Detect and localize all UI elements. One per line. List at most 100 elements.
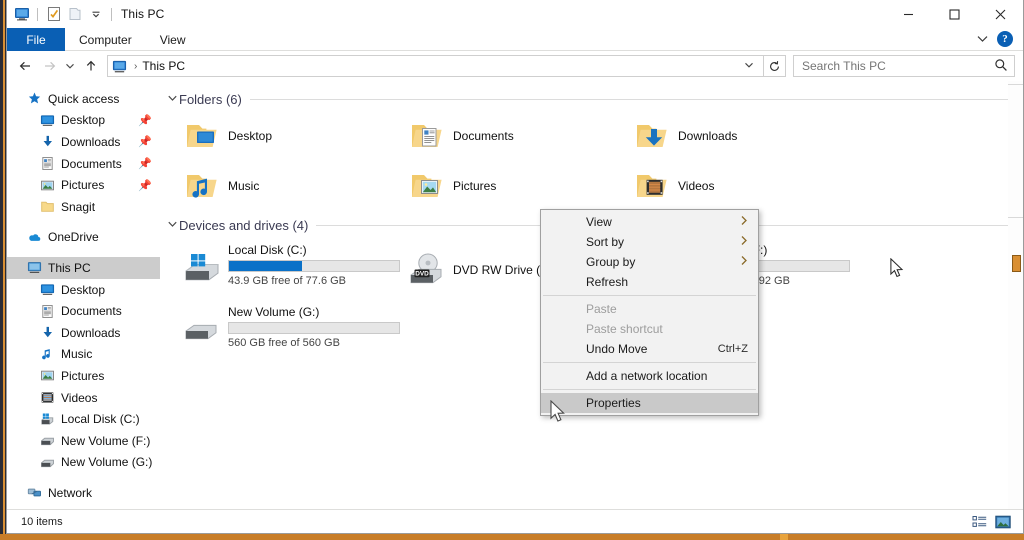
folder-tile-downloads[interactable]: Downloads [624, 111, 849, 161]
search-icon[interactable] [994, 58, 1008, 75]
this-pc-icon[interactable] [13, 6, 30, 23]
sidebar-item-new-volume-g[interactable]: New Volume (G:) [7, 452, 160, 474]
help-icon[interactable]: ? [997, 31, 1013, 47]
window-controls [885, 0, 1023, 28]
sidebar-label: Network [48, 485, 93, 500]
folder-pictures-icon [409, 168, 445, 204]
back-button[interactable] [13, 54, 37, 78]
ribbon-tab-strip: File Computer View ? [7, 28, 1023, 51]
maximize-button[interactable] [931, 0, 977, 28]
pin-icon[interactable]: 📌 [138, 114, 152, 127]
breadcrumb-separator[interactable]: › [134, 61, 137, 72]
scrollbar-marker[interactable] [1012, 255, 1021, 272]
navigation-pane[interactable]: Quick access Desktop 📌 Downloads 📌 Docum… [7, 81, 160, 509]
drive-tile-local-disk-c[interactable]: Local Disk (C:) 43.9 GB free of 77.6 GB [174, 237, 400, 299]
pin-icon[interactable]: 📌 [138, 157, 152, 170]
sidebar-item-documents[interactable]: Documents [7, 300, 160, 322]
pin-star-icon [26, 90, 43, 107]
downloads-icon [39, 324, 56, 341]
expand-ribbon-caret-icon[interactable] [976, 32, 989, 46]
sidebar-label: Music [61, 347, 93, 362]
chevron-right-icon [740, 215, 748, 229]
customize-qat-caret-icon[interactable] [87, 6, 104, 23]
refresh-button[interactable] [764, 55, 786, 77]
drive-usage-bar [228, 322, 400, 334]
sidebar-item-new-volume-f[interactable]: New Volume (F:) [7, 430, 160, 452]
recent-locations-button[interactable] [61, 54, 79, 78]
pin-icon[interactable]: 📌 [138, 179, 152, 192]
group-divider [249, 98, 1009, 100]
file-explorer-window: This PC File Computer View ? › This PC S… [6, 0, 1024, 534]
onedrive-icon [26, 229, 43, 246]
music-icon [39, 346, 56, 363]
context-menu[interactable]: View Sort by Group by Refresh Paste Past… [540, 209, 759, 416]
details-view-button[interactable] [971, 514, 988, 530]
sidebar-item-videos[interactable]: Videos [7, 387, 160, 409]
minimize-button[interactable] [885, 0, 931, 28]
search-input[interactable] [800, 58, 994, 74]
sidebar-item-this-pc[interactable]: This PC [7, 257, 160, 279]
chevron-down-icon[interactable] [165, 220, 179, 231]
pin-icon[interactable]: 📌 [138, 135, 152, 148]
sidebar-item-documents-qa[interactable]: Documents 📌 [7, 153, 160, 175]
breadcrumb[interactable]: › This PC [107, 55, 764, 77]
sidebar-item-pictures[interactable]: Pictures [7, 365, 160, 387]
menu-item-shortcut: Ctrl+Z [717, 343, 748, 355]
drive-name: Local Disk (C:) [228, 243, 307, 257]
sidebar-item-music[interactable]: Music [7, 344, 160, 366]
tab-view[interactable]: View [146, 28, 200, 51]
folder-tile-music[interactable]: Music [174, 161, 399, 211]
new-folder-icon[interactable] [66, 6, 83, 23]
folder-desktop-icon [184, 118, 220, 154]
downloads-icon [39, 133, 56, 150]
drive-icon [39, 454, 56, 471]
qat-separator-1 [37, 7, 38, 21]
drive-free-space: 43.9 GB free of 77.6 GB [228, 275, 347, 287]
close-button[interactable] [977, 0, 1023, 28]
group-title: Folders (6) [179, 91, 242, 107]
menu-item-refresh[interactable]: Refresh [541, 272, 758, 292]
chevron-right-icon [740, 255, 748, 269]
tab-file[interactable]: File [7, 28, 65, 51]
menu-item-undo-move[interactable]: Undo Move Ctrl+Z [541, 339, 758, 359]
drive-tile-new-volume-g[interactable]: New Volume (G:) 560 GB free of 560 GB [174, 299, 400, 361]
menu-item-view[interactable]: View [541, 212, 758, 232]
view-mode-buttons [971, 514, 1017, 530]
sidebar-item-snagit[interactable]: Snagit [7, 196, 160, 218]
sidebar-item-onedrive[interactable]: OneDrive [7, 227, 160, 249]
menu-item-add-network-location[interactable]: Add a network location [541, 366, 758, 386]
sidebar-item-local-disk-c[interactable]: Local Disk (C:) [7, 408, 160, 430]
drive-info: New Volume (G:) 560 GB free of 560 GB [228, 303, 400, 349]
breadcrumb-dropdown-icon[interactable] [739, 61, 759, 71]
sidebar-label: Desktop [61, 113, 106, 128]
menu-item-sort-by[interactable]: Sort by [541, 232, 758, 252]
folder-tile-documents[interactable]: Documents [399, 111, 624, 161]
search-box[interactable] [793, 55, 1015, 77]
sidebar-item-downloads-qa[interactable]: Downloads 📌 [7, 131, 160, 153]
group-header-folders[interactable]: Folders (6) [160, 89, 1023, 109]
sidebar-item-downloads[interactable]: Downloads [7, 322, 160, 344]
window-title: This PC [121, 7, 165, 21]
chevron-down-icon[interactable] [165, 94, 179, 105]
nav-gap [7, 218, 160, 227]
menu-item-properties[interactable]: Properties [541, 393, 758, 413]
drive-free-space: 560 GB free of 560 GB [228, 337, 340, 349]
sidebar-item-pictures-qa[interactable]: Pictures 📌 [7, 174, 160, 196]
breadcrumb-current[interactable]: This PC [142, 59, 185, 73]
large-icons-view-button[interactable] [994, 514, 1011, 530]
up-button[interactable] [79, 54, 103, 78]
sidebar-item-desktop[interactable]: Desktop [7, 279, 160, 301]
sidebar-item-desktop-qa[interactable]: Desktop 📌 [7, 110, 160, 132]
properties-icon[interactable] [45, 6, 62, 23]
sidebar-item-network[interactable]: Network [7, 482, 160, 504]
folder-tile-pictures[interactable]: Pictures [399, 161, 624, 211]
sidebar-item-quick-access[interactable]: Quick access [7, 88, 160, 110]
menu-item-group-by[interactable]: Group by [541, 252, 758, 272]
folder-tile-videos[interactable]: Videos [624, 161, 849, 211]
forward-button[interactable] [37, 54, 61, 78]
tab-computer[interactable]: Computer [65, 28, 146, 51]
vertical-scrollbar[interactable] [1008, 81, 1023, 509]
desktop-icon [39, 281, 56, 298]
menu-separator [543, 295, 756, 296]
folder-tile-desktop[interactable]: Desktop [174, 111, 399, 161]
